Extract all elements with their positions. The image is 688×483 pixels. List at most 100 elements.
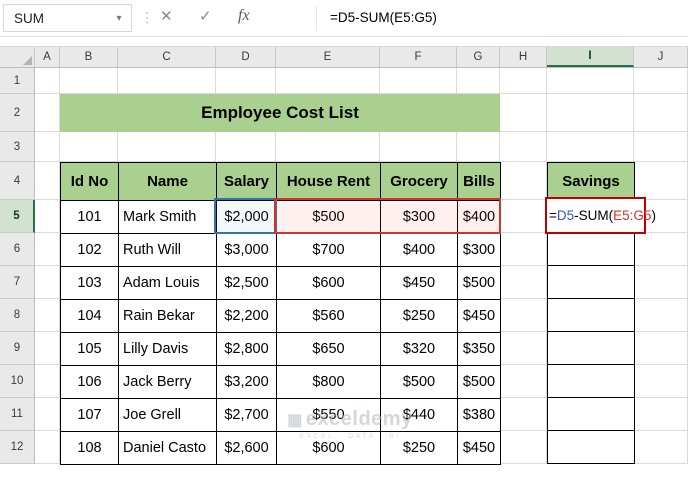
select-all-button[interactable] bbox=[0, 47, 35, 67]
cell-I9[interactable] bbox=[547, 332, 635, 365]
cell-I6[interactable] bbox=[547, 233, 635, 266]
row-header-4[interactable]: 4 bbox=[0, 162, 35, 200]
cell-D12[interactable]: $2,600 bbox=[217, 432, 277, 465]
formula-edit-cell-I5[interactable]: = D5 -SUM(E5:G5) bbox=[545, 197, 656, 234]
cell-C12[interactable]: Daniel Casto bbox=[119, 432, 217, 465]
cell-F11[interactable]: $440 bbox=[381, 399, 458, 432]
cell-G10[interactable]: $500 bbox=[458, 366, 501, 399]
cancel-button[interactable]: ✕ bbox=[160, 7, 173, 25]
cell-E9[interactable]: $650 bbox=[277, 333, 381, 366]
cell-D4[interactable]: Salary bbox=[217, 163, 277, 201]
row-header-2[interactable]: 2 bbox=[0, 94, 35, 132]
cell-E11[interactable]: $550 bbox=[277, 399, 381, 432]
column-header-E[interactable]: E bbox=[276, 47, 380, 67]
cell-I8[interactable] bbox=[547, 299, 635, 332]
name-box[interactable]: SUM ▾ bbox=[3, 4, 132, 32]
row-headers: 1 2 3 4 5 6 7 8 9 10 11 12 bbox=[0, 68, 35, 464]
column-header-B[interactable]: B bbox=[60, 47, 118, 67]
row-header-12[interactable]: 12 bbox=[0, 431, 35, 464]
cell-C5[interactable]: Mark Smith bbox=[119, 201, 217, 234]
cell-B8[interactable]: 104 bbox=[61, 300, 119, 333]
cell-G9[interactable]: $350 bbox=[458, 333, 501, 366]
cell-B7[interactable]: 103 bbox=[61, 267, 119, 300]
cell-D6[interactable]: $3,000 bbox=[217, 234, 277, 267]
cell-B12[interactable]: 108 bbox=[61, 432, 119, 465]
cell-C9[interactable]: Lilly Davis bbox=[119, 333, 217, 366]
enter-button[interactable]: ✓ bbox=[199, 7, 212, 25]
reference-highlight-E5-G5 bbox=[274, 198, 501, 234]
cell-B11[interactable]: 107 bbox=[61, 399, 119, 432]
cell-B5[interactable]: 101 bbox=[61, 201, 119, 234]
cell-E7[interactable]: $600 bbox=[277, 267, 381, 300]
column-header-A[interactable]: A bbox=[35, 47, 60, 67]
cell-C4[interactable]: Name bbox=[119, 163, 217, 201]
cell-F12[interactable]: $250 bbox=[381, 432, 458, 465]
cell-C11[interactable]: Joe Grell bbox=[119, 399, 217, 432]
cell-G7[interactable]: $500 bbox=[458, 267, 501, 300]
cell-G11[interactable]: $380 bbox=[458, 399, 501, 432]
cell-E12[interactable]: $600 bbox=[277, 432, 381, 465]
row-header-9[interactable]: 9 bbox=[0, 332, 35, 365]
cell-D10[interactable]: $3,200 bbox=[217, 366, 277, 399]
cell-B10[interactable]: 106 bbox=[61, 366, 119, 399]
cell-B6[interactable]: 102 bbox=[61, 234, 119, 267]
cell-D7[interactable]: $2,500 bbox=[217, 267, 277, 300]
cell-F6[interactable]: $400 bbox=[381, 234, 458, 267]
cell-D8[interactable]: $2,200 bbox=[217, 300, 277, 333]
cell-I10[interactable] bbox=[547, 365, 635, 398]
gridline bbox=[35, 68, 688, 94]
cell-D11[interactable]: $2,700 bbox=[217, 399, 277, 432]
row-header-5[interactable]: 5 bbox=[0, 200, 35, 233]
insert-function-button[interactable]: fx bbox=[238, 7, 250, 25]
row-header-7[interactable]: 7 bbox=[0, 266, 35, 299]
cell-E6[interactable]: $700 bbox=[277, 234, 381, 267]
column-header-I[interactable]: I bbox=[547, 47, 634, 67]
cell-E10[interactable]: $800 bbox=[277, 366, 381, 399]
row-header-6[interactable]: 6 bbox=[0, 233, 35, 266]
cell-G4[interactable]: Bills bbox=[458, 163, 501, 201]
cell-D9[interactable]: $2,800 bbox=[217, 333, 277, 366]
cell-I11[interactable] bbox=[547, 398, 635, 431]
gridline bbox=[35, 132, 688, 162]
row-header-8[interactable]: 8 bbox=[0, 299, 35, 332]
cell-G6[interactable]: $300 bbox=[458, 234, 501, 267]
formula-input[interactable]: =D5-SUM(E5:G5) bbox=[330, 10, 437, 25]
title-banner-cell[interactable]: Employee Cost List bbox=[60, 94, 500, 132]
cell-C8[interactable]: Rain Bekar bbox=[119, 300, 217, 333]
column-header-H[interactable]: H bbox=[500, 47, 547, 67]
cell-F9[interactable]: $320 bbox=[381, 333, 458, 366]
column-headers: A B C D E F G H I J bbox=[0, 46, 688, 68]
cell-I4[interactable]: Savings bbox=[547, 162, 635, 200]
cell-C7[interactable]: Adam Louis bbox=[119, 267, 217, 300]
name-box-value: SUM bbox=[14, 10, 44, 26]
row-header-11[interactable]: 11 bbox=[0, 398, 35, 431]
row-header-1[interactable]: 1 bbox=[0, 68, 35, 94]
reference-highlight-D5 bbox=[214, 198, 277, 234]
cell-F7[interactable]: $450 bbox=[381, 267, 458, 300]
cell-F8[interactable]: $250 bbox=[381, 300, 458, 333]
formula-bar-separator bbox=[316, 6, 317, 31]
name-box-dropdown-icon[interactable]: ▾ bbox=[107, 13, 131, 24]
cell-G12[interactable]: $450 bbox=[458, 432, 501, 465]
cell-F10[interactable]: $500 bbox=[381, 366, 458, 399]
cell-E4[interactable]: House Rent bbox=[277, 163, 381, 201]
cell-F4[interactable]: Grocery bbox=[381, 163, 458, 201]
column-header-D[interactable]: D bbox=[216, 47, 276, 67]
column-header-G[interactable]: G bbox=[457, 47, 500, 67]
column-header-F[interactable]: F bbox=[380, 47, 457, 67]
cell-E8[interactable]: $560 bbox=[277, 300, 381, 333]
cell-B9[interactable]: 105 bbox=[61, 333, 119, 366]
cell-I12[interactable] bbox=[547, 431, 635, 464]
column-header-J[interactable]: J bbox=[634, 47, 688, 67]
row-header-3[interactable]: 3 bbox=[0, 132, 35, 162]
cell-I7[interactable] bbox=[547, 266, 635, 299]
row-header-10[interactable]: 10 bbox=[0, 365, 35, 398]
formula-close: ) bbox=[651, 208, 656, 223]
cell-B4[interactable]: Id No bbox=[61, 163, 119, 201]
cell-C6[interactable]: Ruth Will bbox=[119, 234, 217, 267]
excel-window: SUM ▾ ⋮ ✕ ✓ fx =D5-SUM(E5:G5) A B C D E … bbox=[0, 0, 688, 483]
cell-C10[interactable]: Jack Berry bbox=[119, 366, 217, 399]
column-header-C[interactable]: C bbox=[118, 47, 216, 67]
cell-G8[interactable]: $450 bbox=[458, 300, 501, 333]
formula-operator: -SUM( bbox=[574, 208, 614, 223]
